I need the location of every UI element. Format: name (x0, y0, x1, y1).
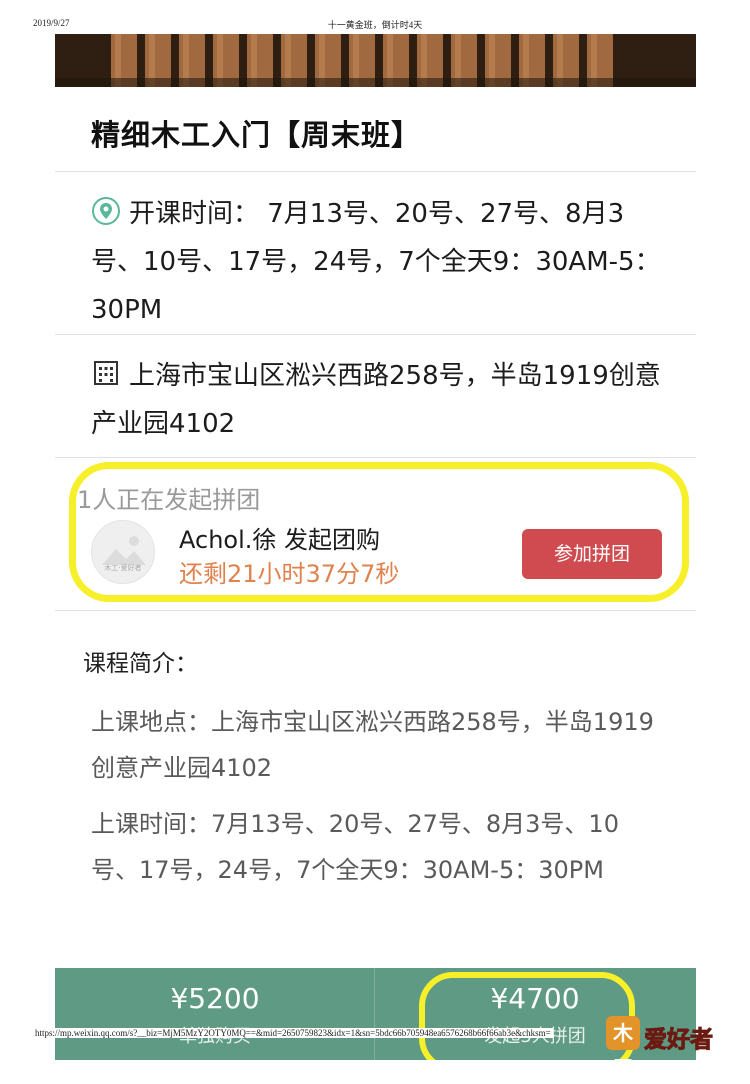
divider (55, 457, 696, 458)
group-initiator: Achol.徐 发起团购 (179, 526, 381, 554)
building-icon (91, 356, 121, 386)
print-url: https://mp.weixin.qq.com/s?__biz=MjM5MzY… (33, 1028, 553, 1038)
divider (55, 171, 696, 172)
location-pin-icon (91, 194, 121, 225)
single-buy-price[interactable]: ¥5200 (55, 982, 375, 1015)
intro-time: 上课时间：7月13号、20号、27号、8月3号、10号、17号，24号，7个全天… (91, 810, 619, 884)
group-buy-count: 1人正在发起拼团 (77, 486, 261, 514)
divider (55, 334, 696, 335)
course-title: 精细木工入门【周末班】 (91, 118, 422, 152)
intro-heading: 课程简介： (83, 651, 198, 677)
course-banner-image (55, 34, 696, 87)
print-title: 十一黄金班，倒计时4天 (327, 20, 423, 30)
print-header: 2019/9/27 十一黄金班，倒计时4天 (0, 18, 750, 34)
watermark-text: 爱好者 (644, 1027, 714, 1054)
course-address-text: 上海市宝山区淞兴西路258号，半岛1919创意产业园4102 (91, 361, 661, 439)
course-schedule-text: 开课时间： 7月13号、20号、27号、8月3号、10号、17号，24号，7个全… (91, 199, 661, 325)
divider (55, 610, 696, 611)
watermark-logo: 木工 爱好者 (606, 1014, 736, 1079)
course-schedule: 开课时间： 7月13号、20号、27号、8月3号、10号、17号，24号，7个全… (91, 190, 661, 334)
group-countdown: 还剩21小时37分7秒 (179, 560, 400, 588)
course-address: 上海市宝山区淞兴西路258号，半岛1919创意产业园4102 (91, 352, 661, 448)
watermark-mark: 木工 (606, 1016, 640, 1079)
course-page: 精细木工入门【周末班】 开课时间： 7月13号、20号、27号、8月3号、10号… (55, 34, 696, 1060)
avatar: 木工·爱好者 (91, 520, 155, 584)
avatar-caption: 木工·爱好者 (104, 564, 142, 572)
intro-location: 上课地点：上海市宝山区淞兴西路258号，半岛1919创意产业园4102 (91, 708, 654, 782)
join-group-button[interactable]: 参加拼团 (522, 529, 662, 579)
group-price-highlight (419, 972, 635, 1060)
